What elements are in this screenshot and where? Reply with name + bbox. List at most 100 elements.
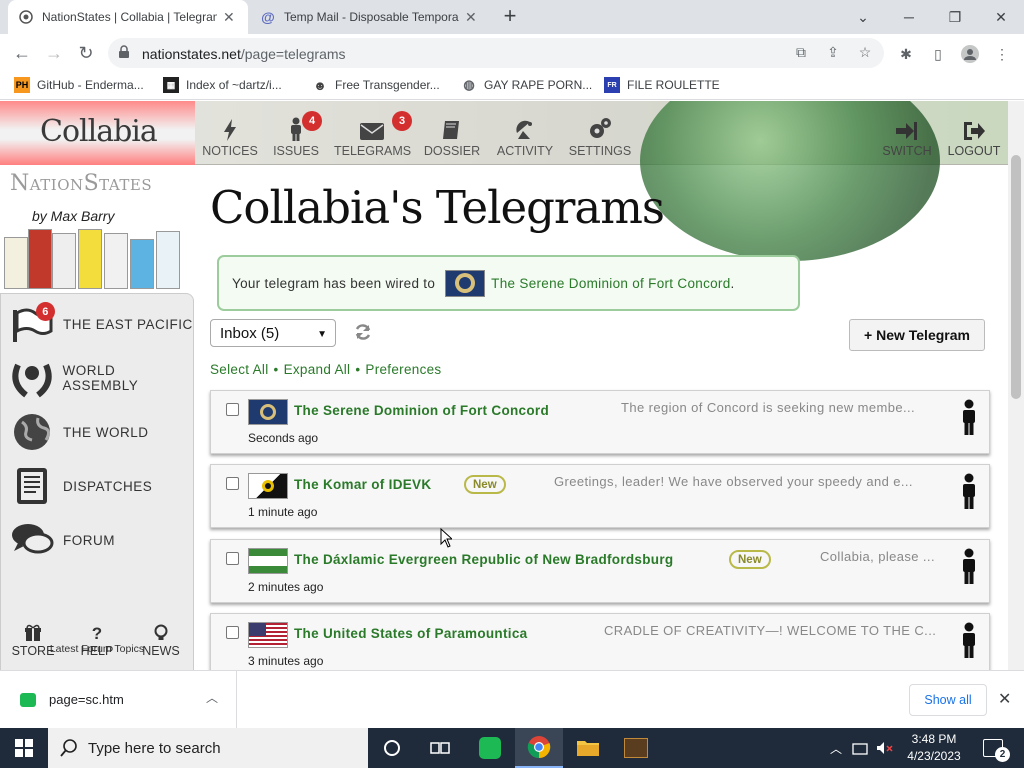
volume-muted-icon[interactable] (876, 728, 894, 768)
telegram-time: 1 minute ago (248, 505, 318, 519)
download-filename: page=sc.htm (49, 692, 124, 707)
sheets-app-icon[interactable] (466, 728, 514, 768)
select-all-link[interactable]: Select All (210, 362, 269, 377)
chevron-up-icon[interactable]: ︿ (206, 689, 218, 706)
nav-logout[interactable]: LOGOUT (946, 117, 1002, 158)
tab-search-chevron-icon[interactable]: ⌄ (840, 0, 886, 34)
telegram-checkbox[interactable] (226, 403, 239, 416)
bookmark-index[interactable]: ▦ Index of ~dartz/i... (163, 77, 282, 93)
nationstates-brand[interactable]: NationStates (10, 171, 152, 196)
lock-icon (118, 45, 130, 62)
back-icon[interactable]: ← (10, 41, 34, 65)
scrollbar-thumb[interactable] (1011, 155, 1021, 399)
windows-start-icon[interactable] (0, 728, 48, 768)
cortana-icon[interactable] (368, 728, 416, 768)
minimize-icon[interactable]: ─ (886, 0, 932, 34)
chrome-app-icon[interactable] (515, 728, 563, 768)
question-icon: ? (91, 624, 103, 643)
close-download-bar-icon[interactable]: ✕ (998, 689, 1011, 709)
telegram-checkbox[interactable] (226, 477, 239, 490)
bookmark-globe[interactable]: ◍ GAY RAPE PORN... (461, 77, 592, 93)
sidebar-item-the-world[interactable]: THE WORLD (9, 410, 149, 454)
sidebar-item-world-assembly[interactable]: WORLD ASSEMBLY (9, 356, 193, 400)
close-tab-icon[interactable]: ✕ (465, 9, 477, 26)
taskbar-clock[interactable]: 3:48 PM 4/23/2023 (896, 731, 972, 765)
tab-temp-mail[interactable]: @ Temp Mail - Disposable Temporary Email… (250, 0, 490, 34)
telegram-row[interactable]: The United States of Paramountica CRADLE… (210, 613, 990, 670)
byline: by Max Barry (32, 208, 115, 224)
nav-settings[interactable]: SETTINGS (568, 117, 632, 158)
latest-forum-topics[interactable]: Latest Forum Topics (0, 643, 194, 655)
notice-recipient-link[interactable]: The Serene Dominion of Fort Concord (491, 276, 730, 291)
expand-all-link[interactable]: Expand All (284, 362, 351, 377)
clock-app-icon[interactable] (612, 728, 660, 768)
restore-icon[interactable]: ❐ (932, 0, 978, 34)
extensions-icon[interactable]: ✱ (896, 44, 916, 64)
sidebar-item-dispatches[interactable]: DISPATCHES (9, 464, 152, 508)
show-hidden-icons-icon[interactable]: ︿ (830, 728, 842, 768)
switch-icon (880, 117, 934, 141)
close-window-icon[interactable]: ✕ (978, 0, 1024, 34)
sidebar-item-east-pacific[interactable]: 6 THE EAST PACIFIC (9, 302, 193, 346)
book-cover (156, 231, 180, 289)
telegram-row[interactable]: The Komar of IDEVK New Greetings, leader… (210, 464, 990, 528)
book-covers-image[interactable] (4, 229, 190, 289)
telegram-sender[interactable]: The United States of Paramountica (294, 626, 527, 641)
sender-flag (248, 473, 288, 499)
open-in-app-icon[interactable]: ⧉ (792, 44, 810, 62)
bookmark-github[interactable]: PH GitHub - Enderma... (14, 77, 144, 93)
bookmark-free[interactable]: ☻ Free Transgender... (312, 77, 440, 93)
show-all-downloads-button[interactable]: Show all (909, 684, 987, 716)
telegram-sender[interactable]: The Komar of IDEVK (294, 477, 431, 492)
bookmark-file-roulette[interactable]: FR FILE ROULETTE (604, 77, 720, 93)
close-tab-icon[interactable]: ✕ (223, 9, 235, 26)
nav-activity[interactable]: ACTIVITY (494, 117, 556, 158)
nation-logo[interactable]: Collabia (0, 101, 195, 165)
profile-avatar-icon[interactable] (960, 44, 980, 64)
refresh-icon[interactable] (354, 323, 374, 343)
nav-dossier[interactable]: DOSSIER (422, 117, 482, 158)
book-cover (104, 233, 128, 289)
nav-switch[interactable]: SWITCH (880, 117, 934, 158)
nav-issues[interactable]: ISSUES 4 (272, 111, 322, 158)
side-panel-icon[interactable]: ▯ (928, 44, 948, 64)
nav-telegrams[interactable]: TELEGRAMS 3 (334, 111, 412, 158)
download-item[interactable]: page=sc.htm ︿ (0, 671, 237, 728)
telegrams-main: Collabia's Telegrams Your telegram has b… (210, 165, 1000, 670)
telegram-preview: Greetings, leader! We have observed your… (554, 474, 913, 489)
download-bar: page=sc.htm ︿ Show all ✕ (0, 670, 1024, 728)
tab-nationstates[interactable]: NationStates | Collabia | Telegrams ✕ (8, 0, 248, 34)
telegram-row[interactable]: The Dáxlamic Evergreen Republic of New B… (210, 539, 990, 603)
page-scrollbar[interactable] (1008, 101, 1024, 670)
sidebar-item-forum[interactable]: FORUM (9, 518, 115, 562)
file-explorer-icon[interactable] (564, 728, 612, 768)
page-title: Collabia's Telegrams (210, 181, 665, 234)
sender-flag (248, 548, 288, 574)
telegram-preview: CRADLE OF CREATIVITY—! WELCOME TO THE C.… (604, 623, 937, 638)
new-telegram-button[interactable]: + New Telegram (849, 319, 985, 351)
menu-kebab-icon[interactable]: ⋮ (992, 44, 1012, 64)
share-icon[interactable]: ⇪ (824, 44, 842, 62)
telegram-row[interactable]: The Serene Dominion of Fort Concord The … (210, 390, 990, 454)
gears-icon (568, 117, 632, 141)
network-icon[interactable] (852, 728, 870, 768)
taskbar-search[interactable]: Type here to search (48, 728, 368, 768)
notifications-icon[interactable]: 2 (983, 728, 1010, 768)
address-bar[interactable]: nationstates.net/page=telegrams ⧉ ⇪ ☆ (108, 38, 884, 68)
task-view-icon[interactable] (416, 728, 464, 768)
telegram-checkbox[interactable] (226, 626, 239, 639)
folder-select[interactable]: Inbox (5) ▼ (210, 319, 336, 347)
satellite-icon (494, 117, 556, 141)
reload-icon[interactable]: ↻ (74, 41, 98, 65)
ph-icon: PH (14, 77, 30, 93)
telegram-checkbox[interactable] (226, 552, 239, 565)
sender-type-person-icon (963, 548, 975, 584)
lightning-icon (202, 117, 258, 141)
bookmark-star-icon[interactable]: ☆ (856, 44, 874, 62)
forward-icon[interactable]: → (42, 41, 66, 65)
nav-notices[interactable]: NOTICES (202, 117, 258, 158)
telegram-sender[interactable]: The Serene Dominion of Fort Concord (294, 403, 549, 418)
new-tab-button[interactable]: + (498, 4, 522, 28)
preferences-link[interactable]: Preferences (365, 362, 441, 377)
telegram-sender[interactable]: The Dáxlamic Evergreen Republic of New B… (294, 552, 673, 567)
